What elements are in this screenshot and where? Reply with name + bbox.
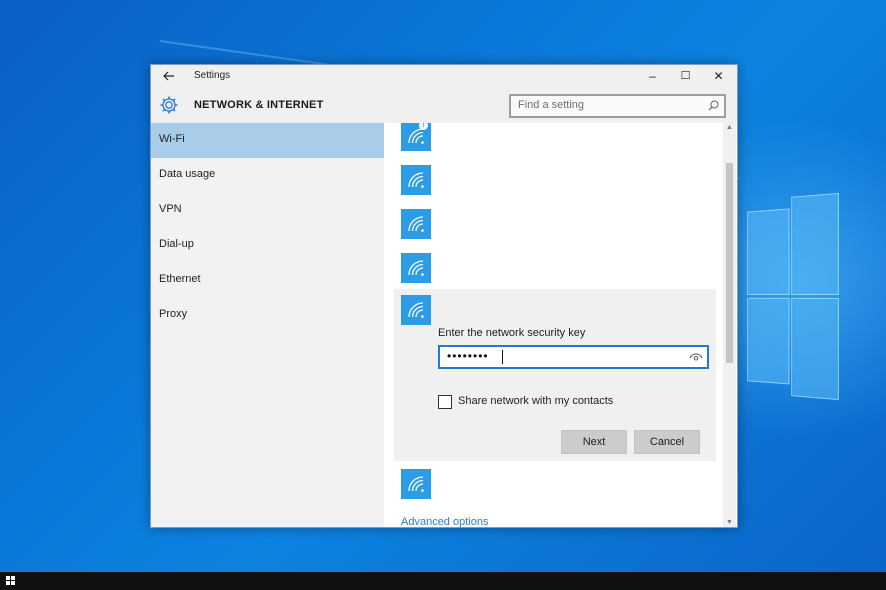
minimize-button[interactable]: – (636, 65, 669, 87)
search-input[interactable]: Find a setting (509, 94, 726, 118)
wifi-icon[interactable] (401, 165, 431, 195)
maximize-button[interactable]: ☐ (669, 65, 702, 87)
sidebar-item-label: Data usage (159, 168, 216, 180)
windows-logo (747, 192, 839, 401)
sidebar-item-proxy[interactable]: Proxy (151, 298, 384, 333)
sidebar-item-ethernet[interactable]: Ethernet (151, 263, 384, 298)
window-title: Settings (194, 70, 231, 81)
wifi-icon[interactable] (401, 209, 431, 239)
advanced-options-link[interactable]: Advanced options (401, 516, 488, 527)
sidebar-item-label: Ethernet (159, 273, 201, 285)
windows-start-icon[interactable] (6, 576, 16, 586)
scrollbar[interactable]: ▲ ▼ (723, 123, 736, 527)
settings-window: Settings – ☐ ✕ NETWORK & INTERNET Find a… (150, 64, 738, 528)
title-bar[interactable]: Settings – ☐ ✕ (151, 65, 737, 87)
text-caret (502, 350, 503, 364)
sidebar-item-dial-up[interactable]: Dial-up (151, 228, 384, 263)
back-arrow-icon[interactable] (161, 68, 177, 84)
page-header: NETWORK & INTERNET Find a setting (151, 87, 737, 123)
search-icon[interactable] (707, 99, 720, 112)
security-key-label: Enter the network security key (438, 327, 586, 339)
page-title: NETWORK & INTERNET (194, 99, 324, 111)
search-placeholder: Find a setting (518, 99, 585, 111)
sidebar-item-label: Dial-up (159, 238, 194, 250)
sidebar-item-label: Proxy (159, 308, 188, 320)
wifi-icon[interactable] (401, 469, 431, 499)
sidebar-item-label: Wi-Fi (159, 133, 185, 145)
next-button[interactable]: Next (561, 430, 627, 454)
wifi-network-list: Enter the network security key •••••••• … (384, 123, 737, 527)
sidebar-item-label: VPN (159, 203, 182, 215)
sidebar-item-data-usage[interactable]: Data usage (151, 158, 384, 193)
wifi-icon[interactable] (401, 253, 431, 283)
close-button[interactable]: ✕ (702, 65, 735, 87)
wifi-icon[interactable] (401, 295, 431, 325)
share-network-checkbox[interactable] (438, 395, 452, 409)
wifi-icon[interactable] (401, 123, 431, 151)
sidebar-item-vpn[interactable]: VPN (151, 193, 384, 228)
gear-icon (159, 95, 179, 115)
password-field[interactable]: •••••••• (438, 345, 709, 369)
scrollbar-thumb[interactable] (726, 163, 733, 363)
scroll-up-arrow[interactable]: ▲ (723, 124, 736, 131)
share-network-label[interactable]: Share network with my contacts (458, 395, 613, 407)
cancel-button[interactable]: Cancel (634, 430, 700, 454)
taskbar (0, 572, 886, 590)
network-connect-panel: Enter the network security key •••••••• … (394, 289, 716, 461)
password-value: •••••••• (447, 349, 489, 363)
eye-icon[interactable] (689, 350, 703, 364)
sidebar-item-wifi[interactable]: Wi-Fi (151, 123, 384, 158)
warning-icon (419, 123, 428, 130)
sidebar: Wi-Fi Data usage VPN Dial-up Ethernet Pr… (151, 123, 384, 527)
scroll-down-arrow[interactable]: ▼ (723, 519, 736, 526)
